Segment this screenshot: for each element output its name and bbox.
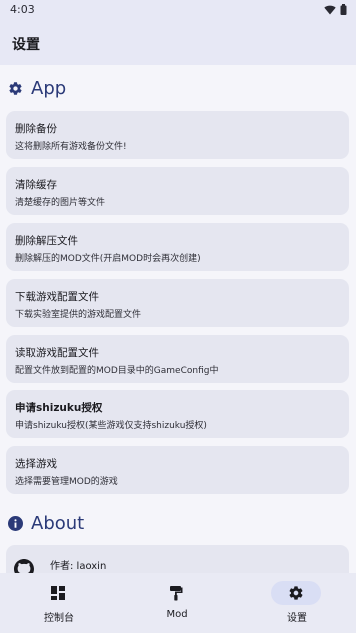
gear-icon <box>9 82 22 95</box>
nav-label: 控制台 <box>44 613 74 624</box>
github-icon <box>14 559 34 573</box>
delete-backup-item[interactable]: 删除备份 这将删除所有游戏备份文件! <box>6 111 349 159</box>
item-title: 清除缓存 <box>15 179 57 191</box>
section-header-about: About <box>8 513 84 534</box>
wifi-icon <box>324 5 336 15</box>
status-bar: 4:03 <box>0 0 356 20</box>
bottom-navigation: 控制台 Mod 设置 <box>0 573 356 633</box>
page-title: 设置 <box>12 37 40 53</box>
section-title-app: App <box>31 78 67 99</box>
clear-cache-item[interactable]: 清除缓存 清楚缓存的图片等文件 <box>6 167 349 215</box>
read-game-config-item[interactable]: 读取游戏配置文件 配置文件放到配置的MOD目录中的GameConfig中 <box>6 335 349 383</box>
select-game-item[interactable]: 选择游戏 选择需要管理MOD的游戏 <box>6 446 349 494</box>
item-subtitle: 这将删除所有游戏备份文件! <box>15 142 127 152</box>
item-subtitle: 选择需要管理MOD的游戏 <box>15 477 118 487</box>
app-bar: 设置 <box>0 20 356 65</box>
item-title: 删除解压文件 <box>15 235 78 247</box>
section-title-about: About <box>31 513 85 534</box>
item-title: 下载游戏配置文件 <box>15 291 99 303</box>
delete-extracted-files-item[interactable]: 删除解压文件 删除解压的MOD文件(开启MOD时会再次创建) <box>6 223 349 271</box>
author-label: 作者: laoxin <box>50 561 107 572</box>
item-subtitle: 配置文件放到配置的MOD目录中的GameConfig中 <box>15 366 219 376</box>
author-card[interactable]: 作者: laoxin <box>6 545 349 573</box>
item-title: 选择游戏 <box>15 458 57 470</box>
item-title: 读取游戏配置文件 <box>15 347 99 359</box>
item-title: 申请shizuku授权 <box>15 402 103 414</box>
settings-list[interactable]: App 删除备份 这将删除所有游戏备份文件! 清除缓存 清楚缓存的图片等文件 删… <box>0 65 356 573</box>
download-game-config-item[interactable]: 下载游戏配置文件 下载实验室提供的游戏配置文件 <box>6 279 349 327</box>
info-icon <box>8 516 23 531</box>
nav-mod[interactable]: Mod <box>118 573 236 633</box>
dashboard-icon <box>51 586 65 600</box>
nav-dashboard[interactable]: 控制台 <box>0 573 118 633</box>
battery-icon <box>340 4 347 15</box>
gear-icon <box>289 586 303 600</box>
item-subtitle: 申请shizuku授权(某些游戏仅支持shizuku授权) <box>15 421 207 431</box>
request-shizuku-item[interactable]: 申请shizuku授权 申请shizuku授权(某些游戏仅支持shizuku授权… <box>6 390 349 438</box>
nav-settings[interactable]: 设置 <box>238 573 356 633</box>
nav-label: 设置 <box>287 613 307 624</box>
item-subtitle: 删除解压的MOD文件(开启MOD时会再次创建) <box>15 254 201 264</box>
nav-label: Mod <box>166 609 188 620</box>
item-title: 删除备份 <box>15 123 57 135</box>
item-subtitle: 下载实验室提供的游戏配置文件 <box>15 310 142 320</box>
paint-roller-icon <box>170 586 183 601</box>
status-time: 4:03 <box>10 3 35 16</box>
item-subtitle: 清楚缓存的图片等文件 <box>15 198 106 208</box>
status-icons <box>324 4 347 15</box>
section-header-app: App <box>8 78 66 99</box>
